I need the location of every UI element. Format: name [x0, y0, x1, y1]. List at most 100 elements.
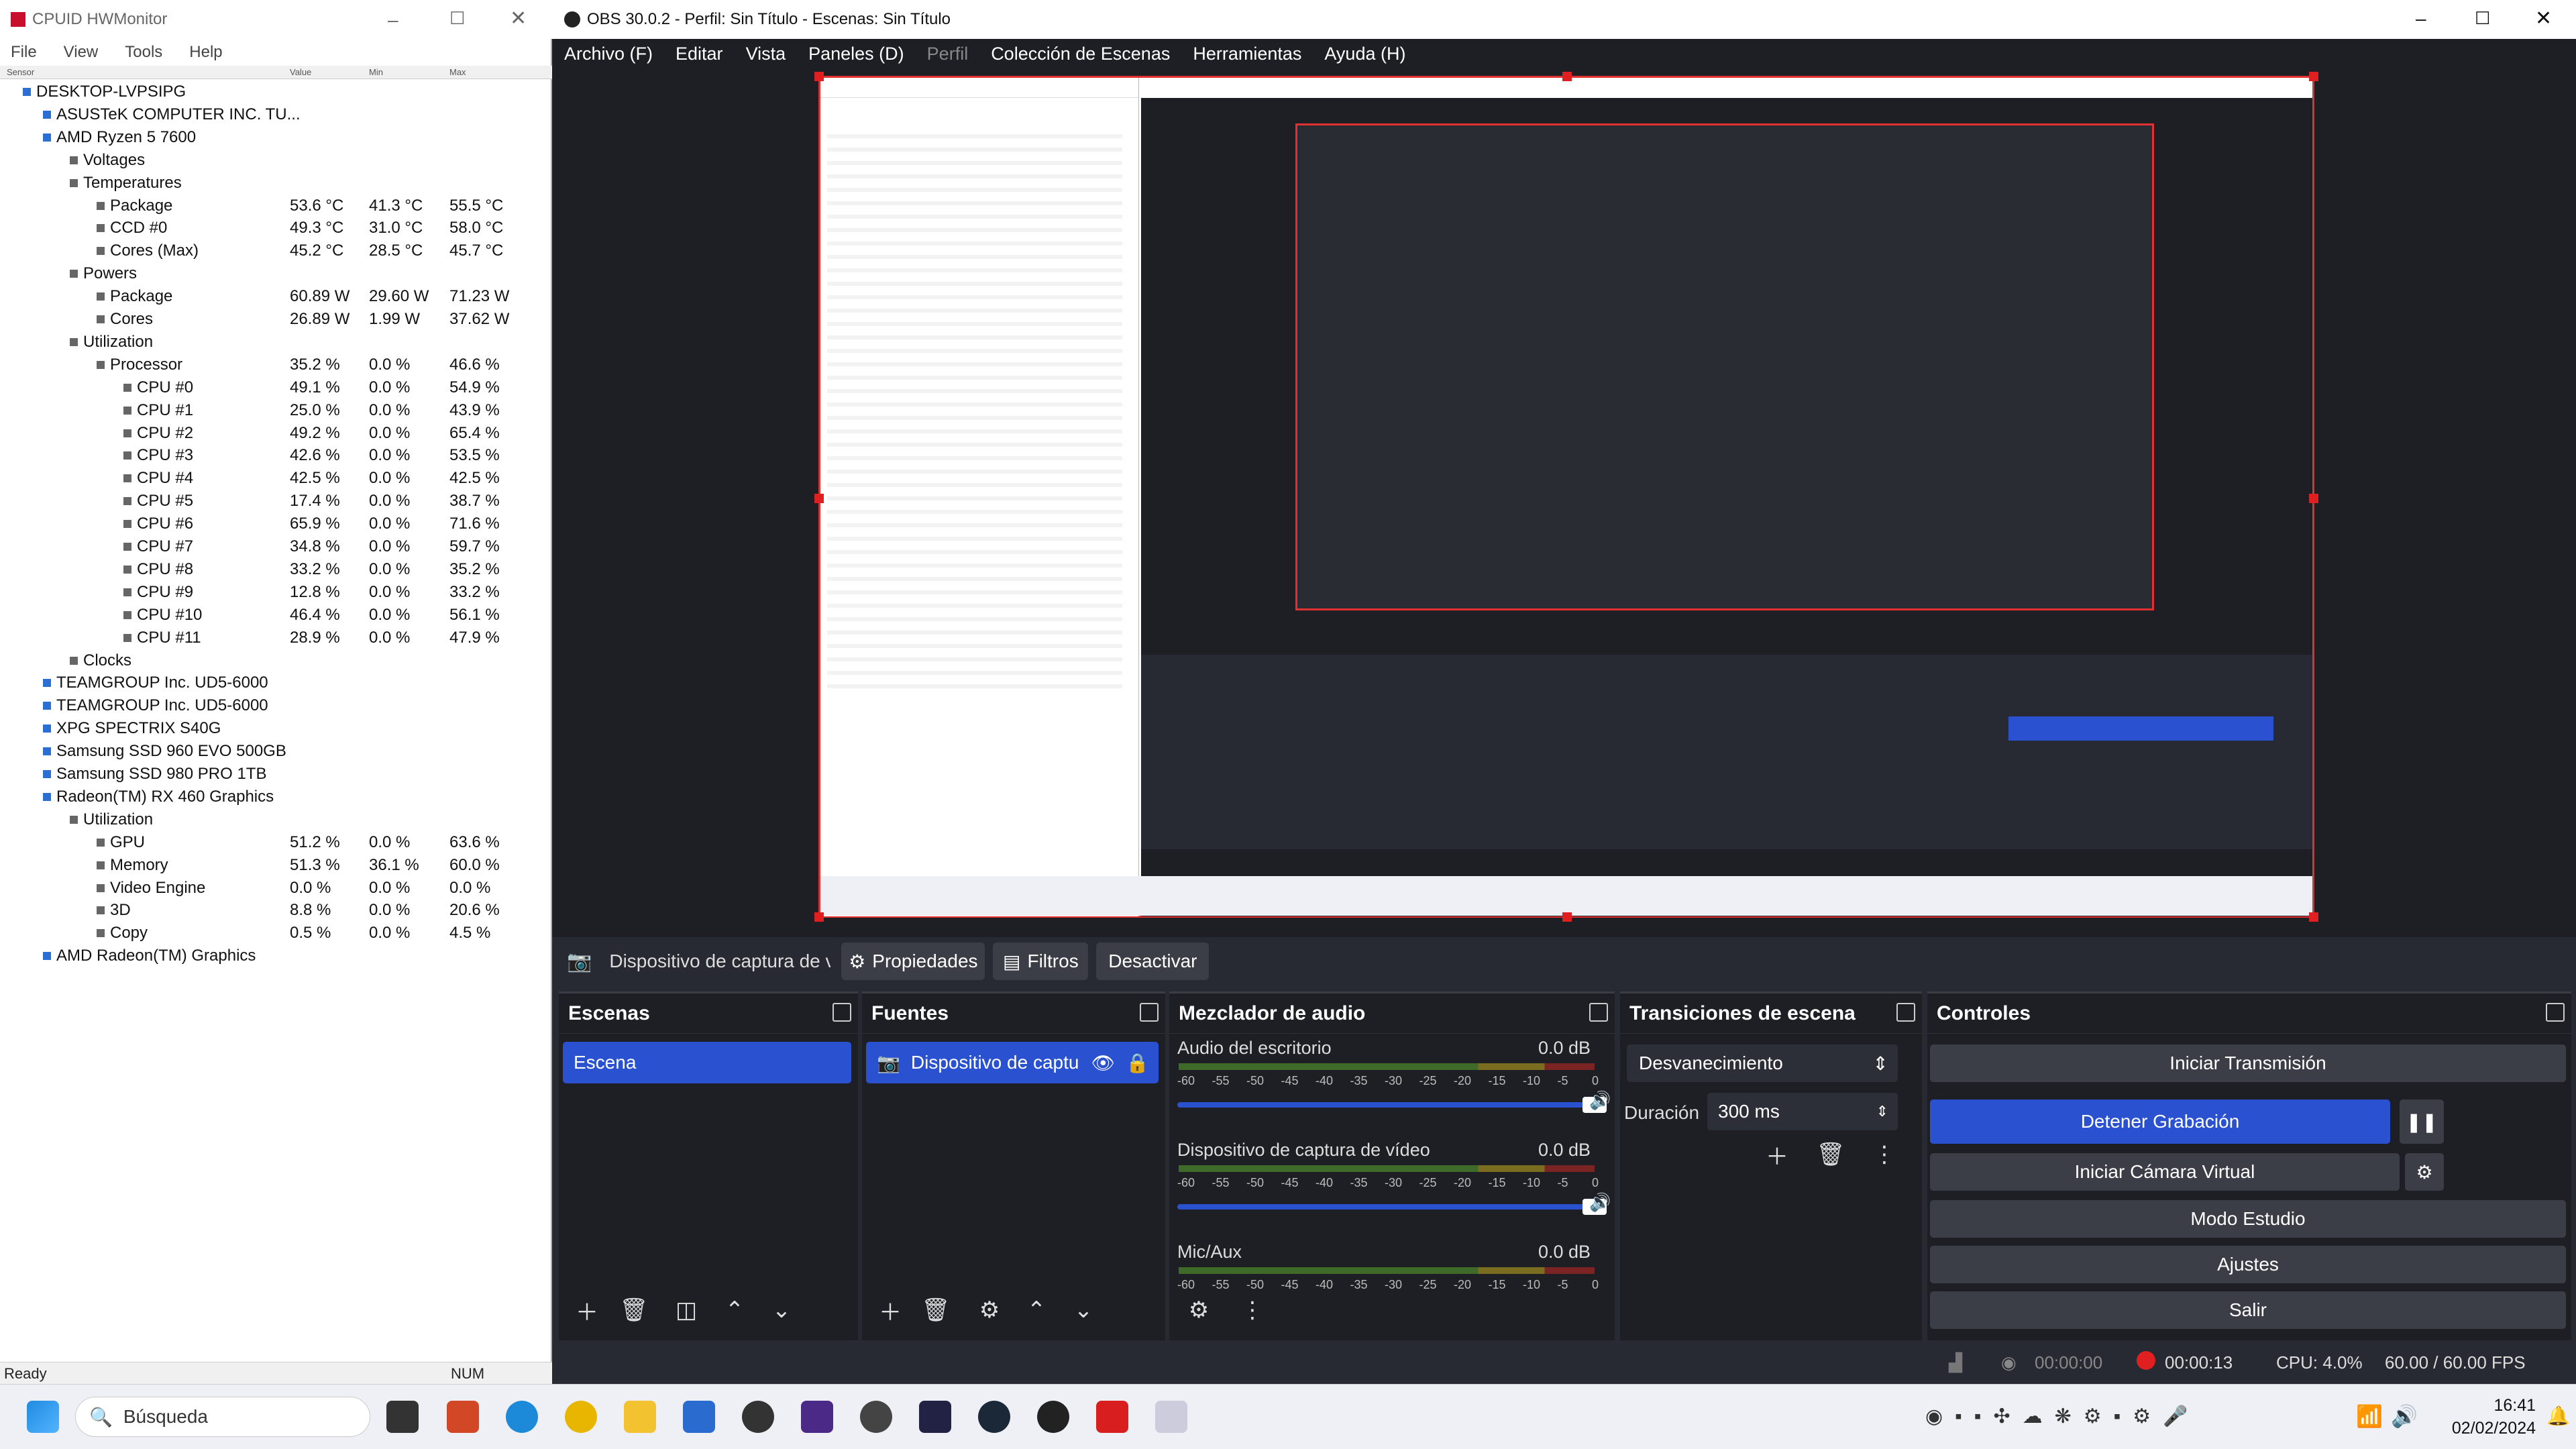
tree-node-icon[interactable] — [123, 474, 131, 483]
edge-icon[interactable] — [506, 1401, 538, 1433]
tree-row[interactable]: CPU #9 12.8 % 0.0 % 33.2 % — [0, 581, 552, 604]
file-explorer-icon[interactable] — [624, 1401, 656, 1433]
app-icon[interactable] — [919, 1401, 951, 1433]
office-icon[interactable] — [447, 1401, 479, 1433]
eye-icon[interactable]: 👁 — [1091, 1052, 1116, 1074]
transition-select[interactable]: Desvanecimiento ⇕ — [1627, 1044, 1898, 1082]
settings-icon[interactable] — [860, 1401, 892, 1433]
tree-row[interactable]: Cores 26.89 W 1.99 W 37.62 W — [0, 308, 552, 331]
move-down-icon[interactable]: ⌄ — [765, 1294, 798, 1326]
tree-node-icon[interactable] — [97, 883, 105, 892]
tree-row[interactable]: Powers — [0, 262, 552, 285]
taskbar-search[interactable]: 🔍 Búsqueda — [75, 1397, 370, 1437]
tree-node-icon[interactable] — [43, 133, 51, 142]
tree-node-icon[interactable] — [97, 861, 105, 869]
more-menu-icon[interactable]: ⋮ — [1236, 1294, 1269, 1326]
move-down-icon[interactable]: ⌄ — [1067, 1294, 1099, 1326]
notification-icon[interactable]: 🔔 — [2546, 1405, 2570, 1427]
properties-button[interactable]: ⚙ Propiedades — [841, 943, 985, 980]
minimize-icon[interactable]: – — [2416, 8, 2426, 30]
tree-node-icon[interactable] — [123, 497, 131, 506]
tree-row[interactable]: CPU #7 34.8 % 0.0 % 59.7 % — [0, 535, 552, 558]
tree-node-icon[interactable] — [43, 792, 51, 801]
tree-node-icon[interactable] — [123, 633, 131, 642]
tree-row[interactable]: Samsung SSD 980 PRO 1TB — [0, 763, 552, 786]
sensor-tree[interactable]: DESKTOP-LVPSIPG ASUSTeK COMPUTER INC. TU.… — [0, 80, 552, 1362]
col-sensor[interactable]: Sensor — [7, 67, 34, 77]
tree-node-icon[interactable] — [70, 656, 78, 665]
hwmonitor-taskbar-icon[interactable] — [1096, 1401, 1128, 1433]
tree-node-icon[interactable] — [23, 88, 31, 96]
resize-handle[interactable] — [814, 912, 824, 922]
app-icon[interactable] — [801, 1401, 833, 1433]
tree-row[interactable]: TEAMGROUP Inc. UD5-6000 — [0, 672, 552, 694]
studio-mode-button[interactable]: Modo Estudio — [1930, 1200, 2566, 1238]
tree-row[interactable]: CCD #0 49.3 °C 31.0 °C 58.0 °C — [0, 217, 552, 239]
tree-row[interactable]: XPG SPECTRIX S40G — [0, 717, 552, 740]
stop-recording-button[interactable]: Detener Grabación — [1930, 1099, 2390, 1144]
tree-node-icon[interactable] — [70, 337, 78, 346]
add-scene-icon[interactable]: ＋ — [571, 1294, 603, 1326]
tree-row[interactable]: AMD Ryzen 5 7600 — [0, 126, 552, 149]
tree-row[interactable]: Utilization — [0, 808, 552, 831]
tree-node-icon[interactable] — [97, 247, 105, 256]
speaker-icon[interactable]: 🔊 — [1589, 1192, 1611, 1213]
tree-node-icon[interactable] — [97, 224, 105, 233]
menu-tools[interactable]: Tools — [125, 43, 162, 62]
remove-source-icon[interactable]: 🗑 — [920, 1294, 952, 1326]
volume-icon[interactable]: 🔊 — [2391, 1403, 2418, 1429]
tree-row[interactable]: Cores (Max) 45.2 °C 28.5 °C 45.7 °C — [0, 239, 552, 262]
tree-row[interactable]: Radeon(TM) RX 460 Graphics — [0, 786, 552, 808]
transition-more-icon[interactable]: ⋮ — [1868, 1138, 1900, 1171]
tree-node-icon[interactable] — [97, 838, 105, 847]
chrome-icon[interactable] — [565, 1401, 597, 1433]
col-value[interactable]: Value — [290, 67, 311, 77]
undock-icon[interactable] — [2546, 1003, 2565, 1022]
tree-node-icon[interactable] — [123, 543, 131, 551]
scene-item[interactable]: Escena — [563, 1042, 851, 1083]
undock-icon[interactable] — [1589, 1003, 1608, 1022]
tree-row[interactable]: Processor 35.2 % 0.0 % 46.6 % — [0, 354, 552, 376]
tree-row[interactable]: ASUSTeK COMPUTER INC. TU... — [0, 103, 552, 126]
minimize-icon[interactable]: – — [388, 9, 398, 31]
tree-node-icon[interactable] — [123, 406, 131, 415]
tree-node-icon[interactable] — [123, 429, 131, 437]
move-up-icon[interactable]: ⌃ — [718, 1294, 751, 1326]
remove-scene-icon[interactable]: 🗑 — [618, 1294, 650, 1326]
tree-row[interactable]: CPU #1 25.0 % 0.0 % 43.9 % — [0, 399, 552, 422]
close-icon[interactable]: ✕ — [510, 7, 527, 30]
scene-filters-icon[interactable]: ◫ — [670, 1294, 702, 1326]
source-item[interactable]: 📷 Dispositivo de captu 👁 🔒 — [866, 1042, 1159, 1083]
tree-row[interactable]: Utilization — [0, 331, 552, 354]
col-min[interactable]: Min — [369, 67, 383, 77]
lock-icon[interactable]: 🔒 — [1126, 1052, 1149, 1074]
tree-node-icon[interactable] — [123, 383, 131, 392]
tray-icons[interactable]: ◉▪▪✣☁❋⚙▪⚙🎤 — [1925, 1405, 2200, 1428]
deactivate-button[interactable]: Desactivar — [1096, 943, 1210, 980]
tree-row[interactable]: CPU #5 17.4 % 0.0 % 38.7 % — [0, 490, 552, 513]
speaker-icon[interactable]: 🔊 — [1589, 1090, 1611, 1111]
app-icon[interactable] — [742, 1401, 774, 1433]
tree-row[interactable]: DESKTOP-LVPSIPG — [0, 80, 552, 103]
volume-slider[interactable] — [1177, 1199, 1607, 1215]
tree-row[interactable]: Package 60.89 W 29.60 W 71.23 W — [0, 285, 552, 308]
virtual-camera-settings-button[interactable]: ⚙ — [2405, 1153, 2444, 1191]
source-settings-icon[interactable]: ⚙ — [973, 1294, 1006, 1326]
tree-node-icon[interactable] — [70, 815, 78, 824]
tree-node-icon[interactable] — [97, 929, 105, 938]
wifi-icon[interactable]: 📶 — [2356, 1403, 2383, 1429]
menu-perfil[interactable]: Perfil — [927, 44, 969, 64]
tree-row[interactable]: CPU #0 49.1 % 0.0 % 54.9 % — [0, 376, 552, 399]
tree-row[interactable]: Voltages — [0, 149, 552, 172]
resize-handle[interactable] — [2309, 72, 2318, 81]
tree-node-icon[interactable] — [43, 679, 51, 688]
tree-node-icon[interactable] — [43, 952, 51, 961]
tree-row[interactable]: Video Engine 0.0 % 0.0 % 0.0 % — [0, 877, 552, 900]
obs-taskbar-icon[interactable] — [1037, 1401, 1069, 1433]
tree-row[interactable]: TEAMGROUP Inc. UD5-6000 — [0, 694, 552, 717]
tree-row[interactable]: CPU #11 28.9 % 0.0 % 47.9 % — [0, 627, 552, 649]
remove-transition-icon[interactable]: 🗑 — [1815, 1138, 1847, 1171]
tree-row[interactable]: CPU #10 46.4 % 0.0 % 56.1 % — [0, 604, 552, 627]
undock-icon[interactable] — [833, 1003, 851, 1022]
task-view-icon[interactable] — [386, 1401, 419, 1433]
